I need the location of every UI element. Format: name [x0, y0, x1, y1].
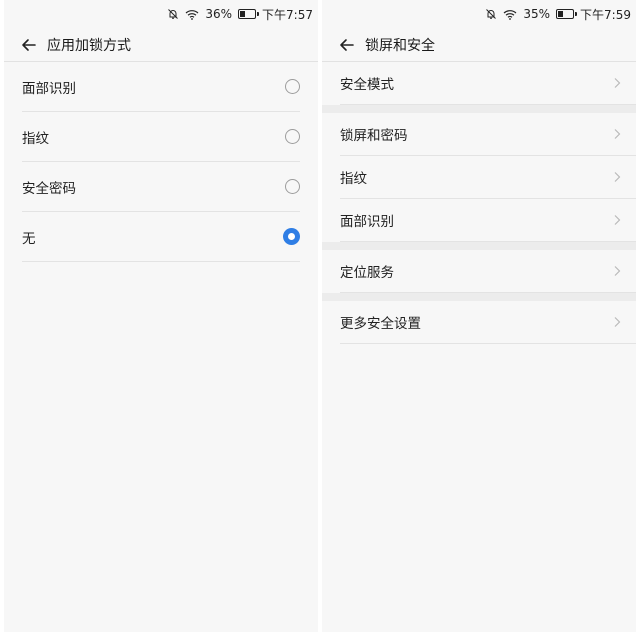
- chevron-right-icon: [612, 171, 622, 183]
- settings-item-label: 锁屏和密码: [340, 128, 408, 144]
- radio-unselected-icon[interactable]: [285, 179, 300, 194]
- settings-item[interactable]: 定位服务: [340, 250, 636, 293]
- app-lock-method-screen: 36% 下午7:57 应用加锁方式 面部识别指纹安全密码无: [4, 0, 318, 632]
- group-separator: [322, 293, 636, 301]
- back-arrow-icon[interactable]: [338, 36, 356, 54]
- settings-item-label: 更多安全设置: [340, 316, 421, 332]
- chevron-right-icon: [612, 214, 622, 226]
- clock: 下午7:57: [262, 7, 313, 22]
- settings-group: 更多安全设置: [322, 301, 636, 344]
- lockscreen-security-screen: 35% 下午7:59 锁屏和安全 安全模式锁屏和密码指纹面部识别定位服务更多安全…: [322, 0, 636, 632]
- settings-item-label: 指纹: [340, 171, 367, 187]
- lock-option-row[interactable]: 面部识别: [22, 62, 300, 112]
- radio-selected-icon[interactable]: [283, 228, 300, 245]
- lock-option-label: 面部识别: [22, 80, 76, 97]
- settings-item[interactable]: 更多安全设置: [340, 301, 636, 344]
- battery-icon: [556, 9, 578, 19]
- lock-option-label: 无: [22, 230, 36, 247]
- back-arrow-icon[interactable]: [20, 36, 38, 54]
- lock-option-row[interactable]: 无: [22, 212, 300, 262]
- settings-item-label: 面部识别: [340, 214, 394, 230]
- settings-item[interactable]: 指纹: [340, 156, 636, 199]
- settings-item-label: 定位服务: [340, 265, 394, 281]
- lock-method-list: 面部识别指纹安全密码无: [4, 62, 318, 262]
- wifi-icon: [185, 9, 199, 20]
- clock: 下午7:59: [580, 7, 631, 22]
- lock-option-label: 指纹: [22, 130, 49, 147]
- group-separator: [322, 105, 636, 113]
- silent-bell-icon: [485, 8, 497, 20]
- settings-item[interactable]: 锁屏和密码: [340, 113, 636, 156]
- wifi-icon: [503, 9, 517, 20]
- battery-percent: 35%: [523, 7, 551, 21]
- silent-bell-icon: [167, 8, 179, 20]
- lock-option-row[interactable]: 指纹: [22, 112, 300, 162]
- settings-group: 锁屏和密码指纹面部识别: [322, 113, 636, 242]
- chevron-right-icon: [612, 265, 622, 277]
- status-bar: 35% 下午7:59: [322, 0, 636, 28]
- lock-option-label: 安全密码: [22, 180, 76, 197]
- settings-item-label: 安全模式: [340, 77, 394, 93]
- status-bar: 36% 下午7:57: [4, 0, 318, 28]
- title-bar: 锁屏和安全: [322, 28, 636, 62]
- page-title: 锁屏和安全: [365, 37, 435, 54]
- chevron-right-icon: [612, 77, 622, 89]
- settings-group: 定位服务: [322, 250, 636, 293]
- settings-list: 安全模式锁屏和密码指纹面部识别定位服务更多安全设置: [322, 62, 636, 344]
- radio-unselected-icon[interactable]: [285, 129, 300, 144]
- settings-group: 安全模式: [322, 62, 636, 105]
- settings-item[interactable]: 面部识别: [340, 199, 636, 242]
- chevron-right-icon: [612, 316, 622, 328]
- title-bar: 应用加锁方式: [4, 28, 318, 62]
- radio-unselected-icon[interactable]: [285, 79, 300, 94]
- group-separator: [322, 242, 636, 250]
- lock-option-row[interactable]: 安全密码: [22, 162, 300, 212]
- battery-percent: 36%: [205, 7, 233, 21]
- battery-icon: [238, 9, 260, 19]
- page-title: 应用加锁方式: [47, 37, 131, 54]
- settings-item[interactable]: 安全模式: [340, 62, 636, 105]
- chevron-right-icon: [612, 128, 622, 140]
